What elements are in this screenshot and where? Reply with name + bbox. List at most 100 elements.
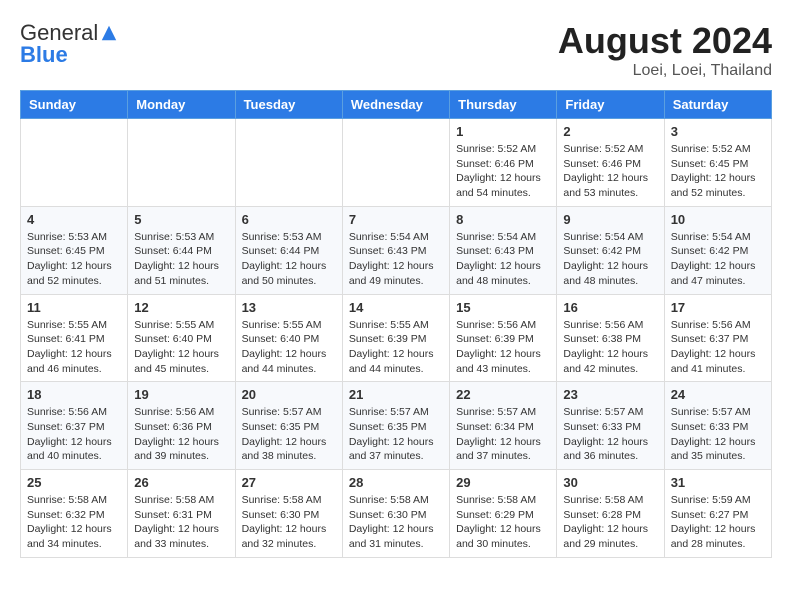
location: Loei, Loei, Thailand [558,62,772,80]
calendar-cell: 8 Sunrise: 5:54 AM Sunset: 6:43 PM Daylig… [450,206,557,294]
day-number: 28 [349,475,443,490]
day-info: Sunrise: 5:53 AM Sunset: 6:45 PM Dayligh… [27,230,121,289]
calendar-day-header: Tuesday [235,91,342,119]
logo: General Blue [20,20,118,68]
page-header: General Blue August 2024 Loei, Loei, Tha… [20,20,772,80]
day-info: Sunrise: 5:52 AM Sunset: 6:45 PM Dayligh… [671,142,765,201]
day-number: 12 [134,300,228,315]
day-number: 8 [456,212,550,227]
calendar-cell: 4 Sunrise: 5:53 AM Sunset: 6:45 PM Daylig… [21,206,128,294]
calendar-day-header: Monday [128,91,235,119]
calendar-cell: 18Sunrise: 5:56 AM Sunset: 6:37 PM Dayli… [21,382,128,470]
calendar-week-row: 25Sunrise: 5:58 AM Sunset: 6:32 PM Dayli… [21,470,772,558]
day-info: Sunrise: 5:58 AM Sunset: 6:29 PM Dayligh… [456,493,550,552]
calendar-cell: 5 Sunrise: 5:53 AM Sunset: 6:44 PM Daylig… [128,206,235,294]
calendar-cell: 13 Sunrise: 5:55 AM Sunset: 6:40 PM Dayli… [235,294,342,382]
day-number: 21 [349,387,443,402]
day-info: Sunrise: 5:59 AM Sunset: 6:27 PM Dayligh… [671,493,765,552]
calendar-cell: 9Sunrise: 5:54 AM Sunset: 6:42 PM Daylig… [557,206,664,294]
calendar-cell: 21 Sunrise: 5:57 AM Sunset: 6:35 PM Dayli… [342,382,449,470]
day-info: Sunrise: 5:56 AM Sunset: 6:37 PM Dayligh… [27,405,121,464]
calendar-day-header: Saturday [664,91,771,119]
day-info: Sunrise: 5:55 AM Sunset: 6:40 PM Dayligh… [242,318,336,377]
day-info: Sunrise: 5:57 AM Sunset: 6:35 PM Dayligh… [349,405,443,464]
day-info: Sunrise: 5:55 AM Sunset: 6:40 PM Dayligh… [134,318,228,377]
day-info: Sunrise: 5:54 AM Sunset: 6:42 PM Dayligh… [563,230,657,289]
calendar-cell [128,119,235,207]
day-number: 30 [563,475,657,490]
calendar-cell: 31 Sunrise: 5:59 AM Sunset: 6:27 PM Dayli… [664,470,771,558]
day-number: 20 [242,387,336,402]
day-number: 22 [456,387,550,402]
day-number: 7 [349,212,443,227]
calendar-week-row: 11 Sunrise: 5:55 AM Sunset: 6:41 PM Dayli… [21,294,772,382]
calendar-cell: 11 Sunrise: 5:55 AM Sunset: 6:41 PM Dayli… [21,294,128,382]
day-number: 27 [242,475,336,490]
calendar-day-header: Friday [557,91,664,119]
title-area: August 2024 Loei, Loei, Thailand [558,20,772,80]
day-info: Sunrise: 5:53 AM Sunset: 6:44 PM Dayligh… [134,230,228,289]
day-number: 3 [671,124,765,139]
calendar-table: SundayMondayTuesdayWednesdayThursdayFrid… [20,90,772,558]
day-info: Sunrise: 5:54 AM Sunset: 6:43 PM Dayligh… [456,230,550,289]
calendar-cell: 24 Sunrise: 5:57 AM Sunset: 6:33 PM Dayli… [664,382,771,470]
calendar-cell: 28 Sunrise: 5:58 AM Sunset: 6:30 PM Dayli… [342,470,449,558]
day-info: Sunrise: 5:57 AM Sunset: 6:34 PM Dayligh… [456,405,550,464]
day-info: Sunrise: 5:56 AM Sunset: 6:38 PM Dayligh… [563,318,657,377]
day-info: Sunrise: 5:55 AM Sunset: 6:39 PM Dayligh… [349,318,443,377]
calendar-day-header: Sunday [21,91,128,119]
month-year: August 2024 [558,20,772,62]
day-number: 11 [27,300,121,315]
day-number: 10 [671,212,765,227]
calendar-cell: 30 Sunrise: 5:58 AM Sunset: 6:28 PM Dayli… [557,470,664,558]
day-info: Sunrise: 5:57 AM Sunset: 6:33 PM Dayligh… [563,405,657,464]
day-info: Sunrise: 5:54 AM Sunset: 6:43 PM Dayligh… [349,230,443,289]
day-info: Sunrise: 5:58 AM Sunset: 6:32 PM Dayligh… [27,493,121,552]
calendar-cell: 2Sunrise: 5:52 AM Sunset: 6:46 PM Daylig… [557,119,664,207]
calendar-cell [342,119,449,207]
day-info: Sunrise: 5:53 AM Sunset: 6:44 PM Dayligh… [242,230,336,289]
day-info: Sunrise: 5:58 AM Sunset: 6:28 PM Dayligh… [563,493,657,552]
day-info: Sunrise: 5:58 AM Sunset: 6:30 PM Dayligh… [349,493,443,552]
calendar-header-row: SundayMondayTuesdayWednesdayThursdayFrid… [21,91,772,119]
calendar-cell: 16Sunrise: 5:56 AM Sunset: 6:38 PM Dayli… [557,294,664,382]
day-info: Sunrise: 5:57 AM Sunset: 6:33 PM Dayligh… [671,405,765,464]
calendar-cell: 7 Sunrise: 5:54 AM Sunset: 6:43 PM Daylig… [342,206,449,294]
calendar-cell: 6 Sunrise: 5:53 AM Sunset: 6:44 PM Daylig… [235,206,342,294]
calendar-cell: 17 Sunrise: 5:56 AM Sunset: 6:37 PM Dayli… [664,294,771,382]
calendar-cell: 26 Sunrise: 5:58 AM Sunset: 6:31 PM Dayli… [128,470,235,558]
day-number: 29 [456,475,550,490]
day-number: 14 [349,300,443,315]
day-info: Sunrise: 5:58 AM Sunset: 6:31 PM Dayligh… [134,493,228,552]
day-number: 1 [456,124,550,139]
calendar-cell: 19Sunrise: 5:56 AM Sunset: 6:36 PM Dayli… [128,382,235,470]
day-number: 17 [671,300,765,315]
calendar-week-row: 18Sunrise: 5:56 AM Sunset: 6:37 PM Dayli… [21,382,772,470]
day-number: 13 [242,300,336,315]
day-info: Sunrise: 5:58 AM Sunset: 6:30 PM Dayligh… [242,493,336,552]
day-number: 23 [563,387,657,402]
calendar-cell [21,119,128,207]
calendar-cell: 25Sunrise: 5:58 AM Sunset: 6:32 PM Dayli… [21,470,128,558]
day-number: 26 [134,475,228,490]
day-info: Sunrise: 5:52 AM Sunset: 6:46 PM Dayligh… [456,142,550,201]
calendar-cell: 1 Sunrise: 5:52 AM Sunset: 6:46 PM Daylig… [450,119,557,207]
calendar-cell: 23 Sunrise: 5:57 AM Sunset: 6:33 PM Dayli… [557,382,664,470]
calendar-cell: 14 Sunrise: 5:55 AM Sunset: 6:39 PM Dayli… [342,294,449,382]
logo-blue-text: Blue [20,42,68,68]
day-info: Sunrise: 5:56 AM Sunset: 6:37 PM Dayligh… [671,318,765,377]
day-info: Sunrise: 5:56 AM Sunset: 6:36 PM Dayligh… [134,405,228,464]
calendar-cell [235,119,342,207]
calendar-cell: 12 Sunrise: 5:55 AM Sunset: 6:40 PM Dayli… [128,294,235,382]
day-number: 15 [456,300,550,315]
day-number: 31 [671,475,765,490]
calendar-cell: 3 Sunrise: 5:52 AM Sunset: 6:45 PM Daylig… [664,119,771,207]
day-number: 5 [134,212,228,227]
day-info: Sunrise: 5:57 AM Sunset: 6:35 PM Dayligh… [242,405,336,464]
day-number: 6 [242,212,336,227]
day-number: 4 [27,212,121,227]
day-info: Sunrise: 5:54 AM Sunset: 6:42 PM Dayligh… [671,230,765,289]
day-info: Sunrise: 5:55 AM Sunset: 6:41 PM Dayligh… [27,318,121,377]
calendar-week-row: 4 Sunrise: 5:53 AM Sunset: 6:45 PM Daylig… [21,206,772,294]
day-number: 24 [671,387,765,402]
